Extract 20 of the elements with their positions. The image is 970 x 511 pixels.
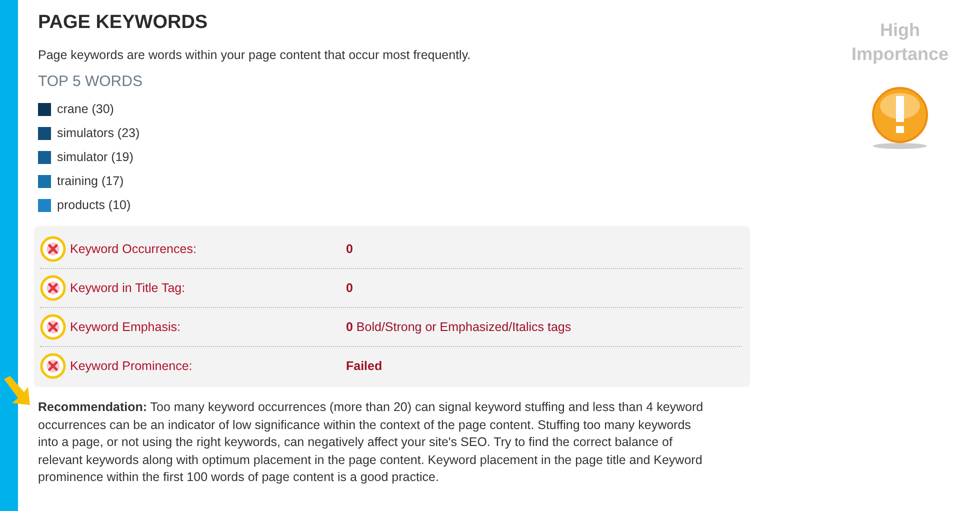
check-label: Keyword Emphasis: [70,320,182,334]
keyword-label: simulator (19) [57,149,134,166]
check-value: 0 Bold/Strong or Emphasized/Italics tags [346,320,572,334]
warning-icon [869,86,931,150]
check-value: 0 [346,281,353,295]
recommendation-text: Recommendation: Too many keyword occurrences (more than 20) can signal keyword stuffing and less than 4 keyword occurrences can be an indicator of low significance within the context of the page content. Stuffing too many keywords into a page, or not using the right keywords, can negatively affect your site's SEO. Try to find the correct balance of relevant keywords along with optimum placement in the page content. Keyword placement in the page title and Keyword prominence within the first 100 words of page content is a good practice. [38,399,704,486]
check-label: Keyword in Title Tag: [70,281,186,295]
keyword-label: training (17) [57,173,124,190]
arrow-icon [2,375,32,407]
section-description: Page keywords are words within your page content that occur most frequently. [38,48,472,62]
keyword-label: crane (30) [57,101,114,118]
importance-label: High Importance [851,19,949,66]
check-label: Keyword Prominence: [70,359,194,373]
keyword-label: products (10) [57,197,131,214]
check-value: Failed [346,359,382,373]
keyword-label: simulators (23) [57,125,140,142]
top-words-heading: TOP 5 WORDS [38,73,144,90]
check-label: Keyword Occurrences: [70,242,198,256]
check-value: 0 [346,242,353,256]
section-title: PAGE KEYWORDS [38,12,209,34]
